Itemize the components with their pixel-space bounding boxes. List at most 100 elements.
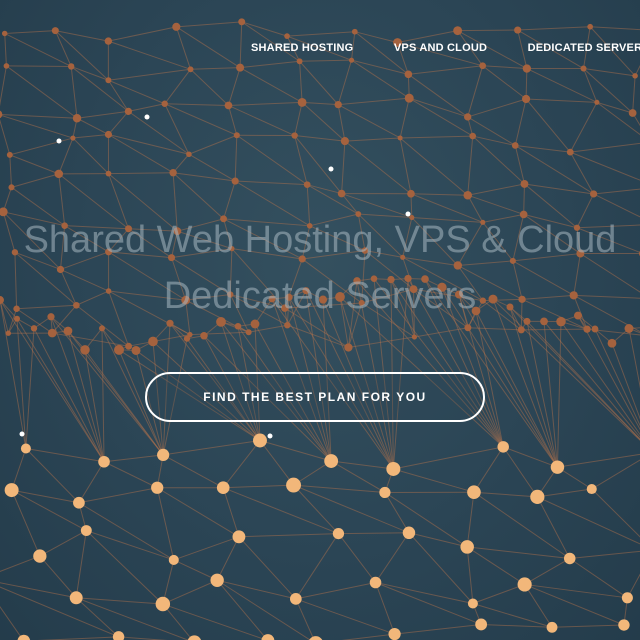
network-link [307, 184, 342, 195]
network-link [473, 446, 504, 493]
network-link [337, 104, 401, 139]
network-node [67, 63, 75, 70]
network-link [176, 21, 242, 28]
network-node [131, 345, 141, 355]
network-link [375, 582, 396, 635]
network-node [245, 329, 252, 336]
network-node [98, 455, 110, 468]
find-plan-button[interactable]: FIND THE BEST PLAN FOR YOU [145, 372, 485, 422]
network-link [341, 141, 346, 194]
nav-shared-hosting[interactable]: SHARED HOSTING [251, 42, 353, 54]
network-link [70, 66, 78, 119]
network-link [55, 30, 109, 42]
network-link [408, 532, 468, 548]
network-node [224, 101, 233, 110]
network-node [125, 342, 133, 350]
network-node [344, 343, 353, 352]
network-link [108, 172, 174, 175]
network-node [479, 62, 487, 70]
network-link [399, 98, 410, 139]
network-link [58, 137, 74, 175]
network-link [164, 68, 191, 105]
network-node [546, 621, 558, 633]
network-node [80, 345, 90, 355]
network-link [409, 97, 468, 118]
nav-vps-cloud[interactable]: VPS AND CLOUD [394, 42, 487, 54]
network-node [54, 169, 64, 179]
hero-headline-line1: Shared Web Hosting, VPS & Cloud [23, 219, 617, 261]
network-node [30, 325, 38, 332]
network-link [517, 26, 591, 31]
network-node [157, 448, 170, 462]
network-link [108, 68, 191, 81]
network-node [216, 481, 230, 495]
network-node [6, 151, 13, 158]
network-node [5, 330, 11, 336]
network-node [296, 58, 303, 65]
network-link [78, 461, 105, 503]
network-node [511, 142, 519, 149]
network-link [351, 59, 410, 99]
network-link [52, 332, 129, 347]
network-link [569, 550, 640, 559]
network-node [632, 73, 638, 79]
network-link [76, 110, 129, 119]
network-node [161, 100, 168, 107]
network-link [72, 134, 109, 139]
network-link [626, 573, 640, 599]
network-node [73, 496, 85, 509]
network-link [337, 60, 352, 105]
network-link [557, 453, 640, 468]
network-link [338, 533, 376, 583]
network-link [75, 597, 119, 638]
network-node [514, 26, 522, 34]
network-node [98, 325, 106, 332]
network-link [287, 31, 355, 37]
network-link [0, 119, 11, 156]
network-link [78, 502, 175, 561]
network-link [331, 460, 394, 470]
network-link [400, 135, 473, 139]
network-link [164, 103, 238, 136]
hero-headline-line2: Dedicated Servers [163, 275, 477, 317]
nav-dedicated-servers[interactable]: DEDICATED SERVERS [528, 42, 640, 54]
network-link [108, 134, 190, 155]
network-link [294, 102, 303, 136]
network-link [33, 328, 105, 462]
network-link [302, 101, 339, 106]
network-node [517, 577, 532, 592]
network-link [4, 33, 72, 67]
network-link [344, 140, 412, 195]
network-link [108, 134, 174, 174]
network-link [375, 532, 410, 583]
network-node [187, 66, 194, 73]
network-node [114, 344, 124, 355]
network-link [54, 30, 109, 81]
network-node [550, 460, 565, 474]
network-node [388, 627, 401, 640]
network-node [517, 326, 525, 334]
network-link [238, 533, 339, 538]
network-link [306, 184, 359, 215]
network-node [155, 596, 171, 612]
network-link [241, 21, 288, 37]
network-link [156, 487, 240, 538]
network-link [103, 454, 164, 463]
network-node [590, 190, 598, 198]
network-link [11, 489, 87, 531]
network-link [299, 61, 303, 103]
network-link [482, 65, 527, 100]
network-node [289, 593, 302, 605]
network-link [526, 68, 598, 103]
star-dot [267, 433, 273, 439]
network-link [176, 26, 241, 69]
network-node [63, 326, 73, 336]
network-node [169, 169, 177, 177]
network-link [188, 153, 236, 182]
network-node [475, 618, 488, 631]
network-link [457, 29, 518, 32]
network-node [379, 486, 391, 499]
network-link [0, 113, 78, 119]
network-link [466, 546, 474, 604]
network-link [524, 558, 570, 585]
